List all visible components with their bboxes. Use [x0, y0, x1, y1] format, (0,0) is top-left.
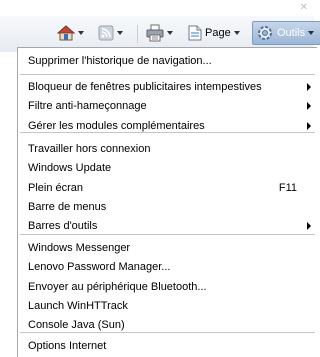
page-menu-button[interactable]: Page	[188, 22, 240, 44]
print-button[interactable]	[146, 22, 173, 44]
menu-item-launch-winhttrack[interactable]: Launch WinHTTrack	[28, 298, 317, 314]
printer-icon	[146, 24, 164, 42]
menu-item-label: Filtre anti-hameçonnage	[28, 100, 147, 113]
menu-item-label: Console Java (Sun)	[28, 319, 125, 332]
command-bar-row: Page Outils	[0, 20, 320, 46]
menu-item-supprimer-l-historique-de-navigation[interactable]: Supprimer l'historique de navigation...	[28, 53, 317, 69]
menu-item-label: Gérer les modules complémentaires	[28, 119, 205, 132]
close-tab-icon[interactable]: ✕	[300, 2, 308, 13]
menu-separator	[20, 132, 315, 133]
menu-item-label: Options Internet	[28, 340, 107, 352]
menu-item-barres-d-outils[interactable]: Barres d'outils	[28, 218, 317, 234]
menu-item-plein-ecran[interactable]: Plein écran F11	[28, 180, 317, 196]
menu-item-travailler-hors-connexion[interactable]: Travailler hors connexion	[28, 141, 317, 157]
window-top-strip: ✕	[0, 0, 314, 16]
rss-feed-icon	[98, 25, 114, 41]
ie-command-bar: ✕ Page Outils	[0, 0, 320, 52]
submenu-arrow-icon	[307, 121, 311, 130]
menu-item-label: Barres d'outils	[28, 220, 98, 233]
gear-icon	[258, 26, 272, 40]
menu-item-filtre-anti-hameconnage[interactable]: Filtre anti-hameçonnage	[28, 98, 317, 114]
menu-item-console-java-sun[interactable]: Console Java (Sun)	[28, 317, 317, 333]
home-icon	[57, 25, 75, 41]
menu-separator	[20, 234, 315, 235]
menu-item-label: Lenovo Password Manager...	[28, 261, 171, 274]
menu-item-bloqueur-de-fenetres-publicitaires-intempestives[interactable]: Bloqueur de fenêtres publicitaires intem…	[28, 79, 317, 95]
feeds-dropdown-icon[interactable]	[117, 31, 123, 35]
menu-item-windows-messenger[interactable]: Windows Messenger	[28, 240, 317, 256]
menu-item-label: Windows Update	[28, 162, 112, 175]
menu-separator	[20, 332, 315, 333]
tools-menu-label: Outils	[277, 27, 306, 39]
menu-item-label: Windows Messenger	[28, 242, 131, 254]
menu-item-windows-update[interactable]: Windows Update	[28, 160, 317, 176]
menu-separator	[20, 74, 315, 75]
menu-item-shortcut: F11	[278, 181, 297, 194]
print-dropdown-icon[interactable]	[167, 31, 173, 35]
menu-item-label: Launch WinHTTrack	[28, 299, 128, 312]
submenu-arrow-icon	[307, 83, 311, 91]
tools-dropdown-icon	[308, 31, 315, 35]
feeds-button[interactable]	[98, 22, 123, 44]
page-dropdown-icon	[233, 31, 240, 35]
menu-item-label: Plein écran	[28, 181, 84, 194]
menu-item-label: Envoyer au périphérique Bluetooth...	[28, 280, 207, 293]
tools-dropdown-menu: Supprimer l'historique de navigation... B…	[17, 47, 317, 357]
home-dropdown-icon[interactable]	[78, 31, 84, 35]
page-menu-label: Page	[205, 27, 231, 39]
page-icon	[188, 25, 202, 41]
home-button[interactable]	[57, 22, 84, 44]
menu-item-options-internet[interactable]: Options Internet	[28, 338, 317, 354]
toolbar-separator	[137, 25, 138, 43]
menu-item-label: Barre de menus	[28, 200, 107, 213]
menu-item-envoyer-au-peripherique-bluetooth[interactable]: Envoyer au périphérique Bluetooth...	[28, 279, 317, 295]
menu-item-barre-de-menus[interactable]: Barre de menus	[28, 199, 317, 215]
menu-item-label: Travailler hors connexion	[28, 143, 151, 155]
submenu-arrow-icon	[307, 102, 311, 111]
menu-item-lenovo-password-manager[interactable]: Lenovo Password Manager...	[28, 259, 317, 275]
menu-item-label: Bloqueur de fenêtres publicitaires intem…	[28, 81, 262, 93]
submenu-arrow-icon	[307, 222, 311, 231]
menu-item-label: Supprimer l'historique de navigation...	[28, 55, 212, 67]
tools-menu-button[interactable]: Outils	[252, 21, 320, 45]
